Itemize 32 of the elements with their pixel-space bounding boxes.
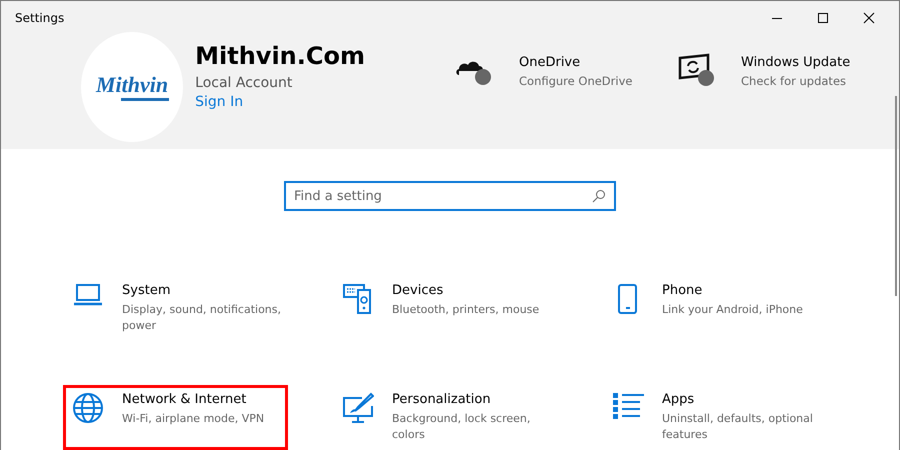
category-title[interactable]: Apps — [662, 392, 846, 407]
quick-link-subtitle: Configure OneDrive — [519, 74, 632, 88]
category-title[interactable]: Network & Internet — [122, 392, 264, 407]
keyboard-speaker-icon[interactable] — [342, 283, 374, 315]
logo-tagline-bar — [121, 98, 170, 100]
sign-in-link[interactable]: Sign In — [195, 94, 365, 110]
scrollbar-thumb[interactable] — [895, 96, 897, 296]
category-description: Bluetooth, printers, mouse — [392, 302, 540, 318]
app-list-icon[interactable] — [612, 392, 644, 420]
laptop-icon[interactable] — [72, 283, 104, 307]
paintbrush-screen-icon[interactable] — [342, 392, 374, 424]
quick-link-title[interactable]: OneDrive — [519, 55, 632, 70]
maximize-icon[interactable] — [817, 12, 829, 24]
category-description: Uninstall, defaults, optional features — [662, 411, 814, 443]
close-icon[interactable] — [863, 12, 875, 24]
search-icon — [592, 189, 606, 203]
search-field[interactable]: Find a setting — [284, 181, 616, 211]
category-title[interactable]: Devices — [392, 283, 540, 298]
category-title[interactable]: Phone — [662, 283, 803, 298]
category-title[interactable]: System — [122, 283, 281, 298]
quick-link-subtitle: Check for updates — [741, 74, 848, 88]
globe-icon[interactable] — [72, 392, 104, 424]
window-title: Settings — [15, 11, 64, 25]
account-name: Mithvin.Com — [195, 41, 365, 71]
account-type: Local Account — [195, 75, 294, 91]
logo-text: Mithvin — [96, 74, 168, 96]
category-description: Wi-Fi, airplane mode, VPN — [122, 411, 264, 427]
quick-link-title[interactable]: Windows Update — [741, 55, 850, 70]
category-description: Background, lock screen, colors — [392, 411, 532, 443]
category-description: Link your Android, iPhone — [662, 302, 803, 318]
category-title[interactable]: Personalization — [392, 392, 566, 407]
category-description: Display, sound, notifications, power — [122, 302, 281, 334]
